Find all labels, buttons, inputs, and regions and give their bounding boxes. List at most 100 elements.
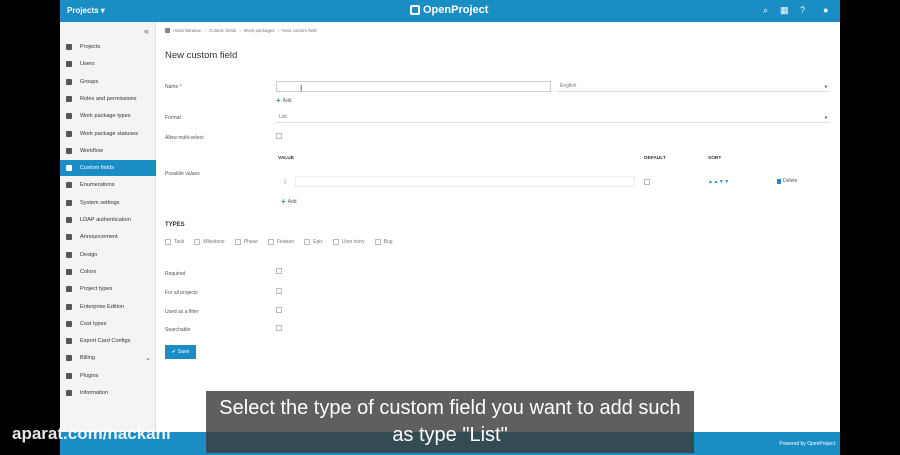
sidebar-item-label: Workflow	[80, 147, 103, 154]
type-option[interactable]: Epic	[304, 239, 323, 245]
types-heading: TYPES	[165, 222, 185, 228]
sidebar-item-label: Roles and permissions	[80, 95, 137, 102]
type-checkbox[interactable]	[374, 239, 381, 245]
sidebar-item-label: Export Card Configs	[80, 338, 131, 345]
info-icon	[66, 390, 72, 396]
sidebar-item-announcement[interactable]: Announcement	[60, 229, 156, 245]
default-column-header: DEFAULT	[644, 156, 666, 161]
type-label: Bug	[383, 239, 393, 245]
sidebar-item-enterprise-edition[interactable]: Enterprise Edition	[60, 299, 156, 315]
cost-icon	[66, 320, 72, 327]
sidebar-item-label: Cost types	[80, 320, 107, 327]
add-value-button[interactable]: + Add	[281, 197, 297, 206]
sidebar-item-label: Design	[80, 251, 98, 258]
type-checkbox[interactable]	[165, 239, 171, 245]
chevron-down-icon: ▼	[824, 115, 828, 120]
palette-icon	[66, 268, 72, 275]
format-select[interactable]: List ▼	[276, 112, 830, 123]
breadcrumb-item[interactable]: Work packages	[244, 28, 275, 33]
search-icon[interactable]: ⌕	[763, 5, 768, 16]
sidebar-item-cost-types[interactable]: Cost types	[60, 316, 156, 332]
user-icon	[66, 61, 72, 68]
sidebar-item-export-card-configs[interactable]: Export Card Configs	[60, 333, 156, 349]
sidebar-item-colors[interactable]: Colors	[60, 264, 156, 280]
sidebar-item-work-package-statuses[interactable]: Work package statuses	[60, 126, 156, 142]
app-logo[interactable]: OpenProject	[410, 4, 488, 16]
sidebar-item-workflow[interactable]: Workflow	[60, 143, 156, 159]
type-checkbox[interactable]	[332, 239, 339, 245]
type-option[interactable]: Phase	[234, 239, 258, 245]
design-icon	[66, 251, 72, 258]
possible-value-input[interactable]	[295, 176, 635, 187]
tag-icon	[66, 113, 72, 120]
user-icon[interactable]: ●	[823, 5, 828, 15]
sidebar-item-system-settings[interactable]: System settings	[60, 195, 156, 211]
chevron-down-icon: ▼	[824, 84, 828, 89]
save-button[interactable]: ✔ Save	[165, 345, 196, 359]
types-list: Task Milestone Phase Feature Epic User story B…	[165, 239, 393, 245]
type-option[interactable]: Bug	[374, 239, 393, 245]
collapse-sidebar-icon[interactable]: «	[144, 26, 149, 36]
type-label: Epic	[313, 239, 323, 245]
used-as-filter-checkbox[interactable]	[276, 307, 282, 313]
name-input[interactable]	[276, 81, 551, 92]
possible-values-label: Possible values	[165, 171, 200, 177]
sidebar-item-ldap-authentication[interactable]: LDAP authentication	[60, 212, 156, 228]
key-icon	[66, 217, 72, 223]
help-icon[interactable]: ?	[800, 5, 805, 15]
language-select[interactable]: English ▼	[557, 81, 830, 92]
sidebar-item-groups[interactable]: Groups	[60, 74, 156, 90]
multi-select-checkbox[interactable]	[276, 133, 282, 139]
searchable-label: Searchable	[165, 327, 191, 333]
home-icon[interactable]	[165, 28, 170, 33]
type-option[interactable]: Feature	[267, 239, 294, 245]
add-label: Add	[287, 198, 297, 205]
type-option[interactable]: Task	[165, 239, 184, 245]
sidebar-item-custom-fields[interactable]: Custom fields	[60, 160, 156, 177]
type-option[interactable]: Milestone	[194, 239, 225, 245]
sidebar-item-project-types[interactable]: Project types	[60, 281, 156, 297]
searchable-checkbox[interactable]	[276, 325, 282, 331]
sidebar-item-design[interactable]: Design	[60, 247, 156, 263]
type-checkbox[interactable]	[267, 239, 274, 245]
sidebar-item-plugins[interactable]: Plugins	[60, 368, 156, 384]
sidebar-item-projects[interactable]: Projects	[60, 39, 156, 55]
sidebar-item-roles-and-permissions[interactable]: Roles and permissions	[60, 91, 156, 107]
sidebar-item-work-package-types[interactable]: Work package types	[60, 108, 156, 124]
type-checkbox[interactable]	[234, 239, 241, 245]
add-translation-button[interactable]: + Add	[276, 96, 292, 105]
powered-by-link[interactable]: Powered by OpenProject	[779, 441, 835, 447]
sidebar-item-label: Project types	[80, 286, 113, 293]
sidebar-item-users[interactable]: Users	[60, 56, 156, 72]
for-all-projects-checkbox[interactable]	[276, 288, 282, 294]
type-checkbox[interactable]	[194, 239, 201, 245]
projects-menu[interactable]: Projects ▾	[67, 6, 105, 15]
sidebar-item-billing[interactable]: Billing ⌄	[60, 350, 156, 366]
sidebar-item-information[interactable]: Information	[60, 385, 156, 401]
type-checkbox[interactable]	[304, 239, 311, 245]
grid-icon[interactable]: ▦	[780, 5, 789, 16]
default-value-checkbox[interactable]	[644, 179, 650, 185]
breadcrumb-item[interactable]: Administration	[173, 28, 202, 33]
sidebar-item-label: Groups	[80, 78, 99, 85]
sort-arrows-icon[interactable]: ▲▲▼▼	[708, 179, 730, 185]
delete-value-button[interactable]: Delete	[777, 178, 797, 184]
text-cursor-icon: I	[300, 84, 303, 93]
type-label: Task	[174, 239, 185, 245]
sidebar-item-enumerations[interactable]: Enumerations	[60, 177, 156, 193]
openproject-app: Projects ▾ OpenProject ⌕ ▦ ? ● « Project…	[60, 0, 840, 455]
drag-handle-icon[interactable]: ⁝	[284, 178, 286, 186]
delete-label: Delete	[783, 178, 798, 184]
trash-icon	[777, 178, 781, 184]
plus-icon: +	[276, 96, 281, 105]
sidebar-item-label: Enterprise Edition	[80, 303, 125, 310]
workflow-icon	[66, 147, 72, 154]
type-label: Phase	[243, 239, 258, 245]
required-checkbox[interactable]	[276, 268, 282, 274]
breadcrumb-item[interactable]: Custom fields	[209, 28, 236, 33]
sidebar-item-label: Colors	[80, 268, 97, 275]
sidebar-item-label: Information	[80, 390, 108, 396]
chevron-down-icon[interactable]: ⌄	[145, 354, 151, 362]
type-option[interactable]: User story	[332, 239, 365, 245]
custom-fields-icon	[66, 165, 72, 172]
